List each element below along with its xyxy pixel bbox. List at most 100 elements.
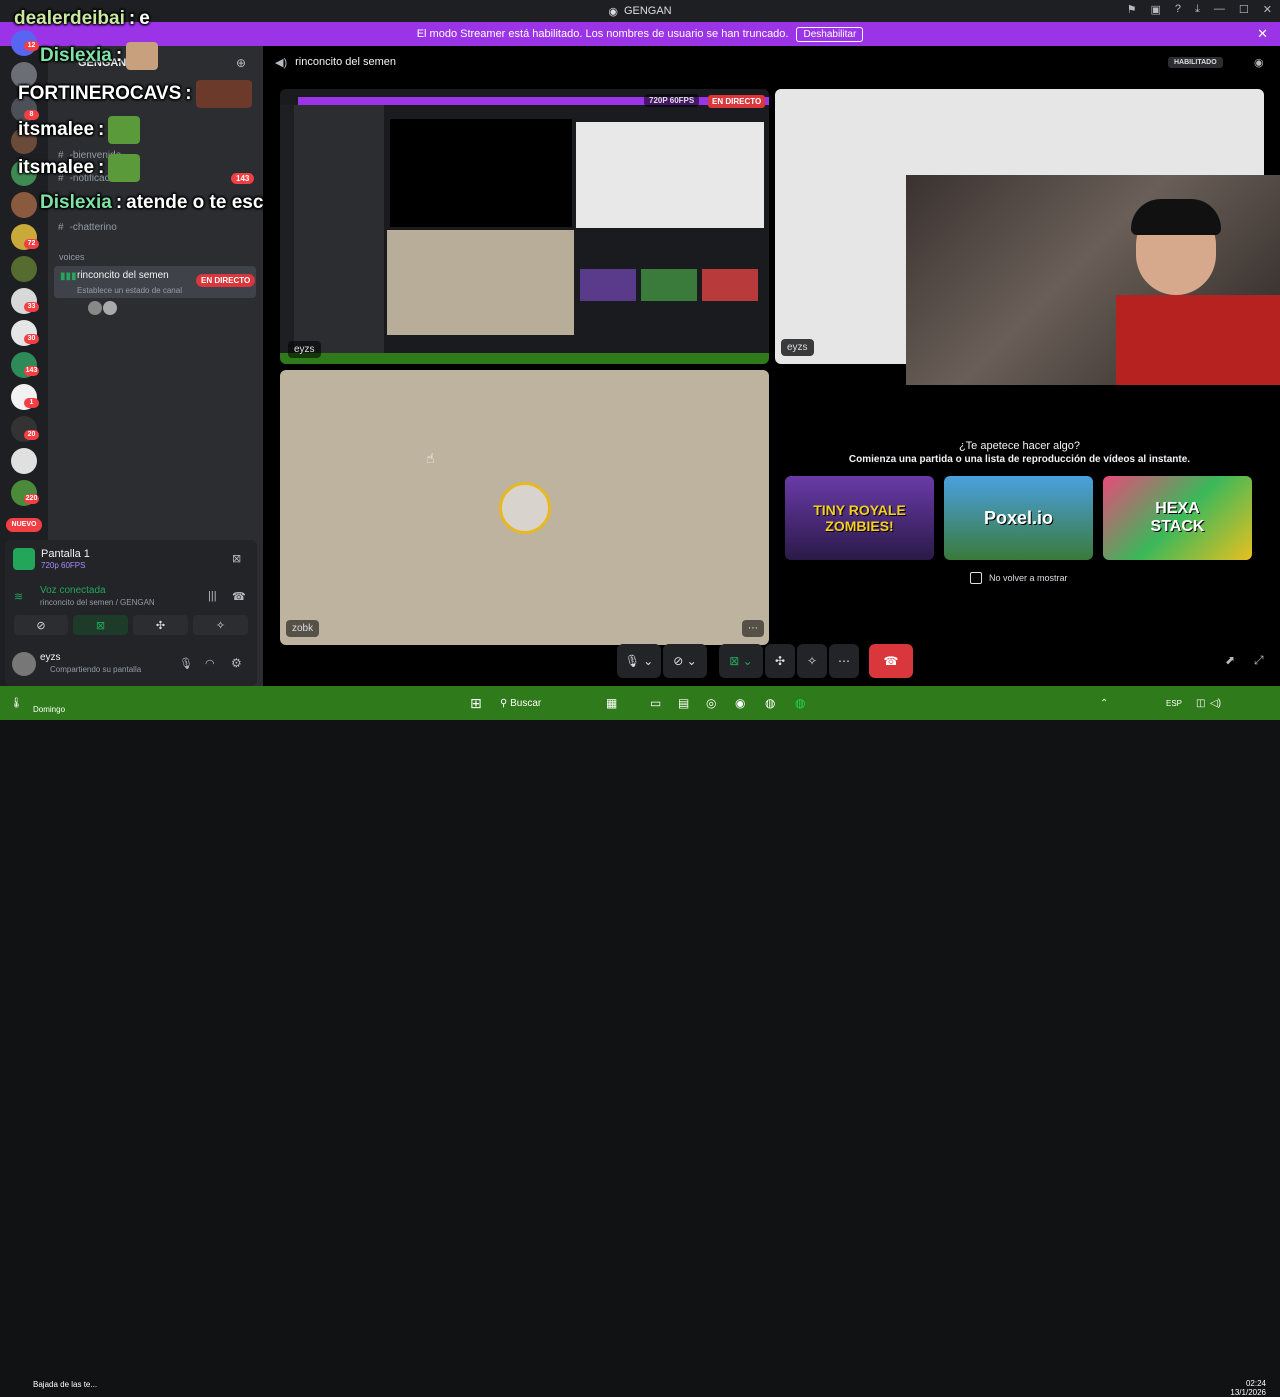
quality-badge: 720P 60FPS: [644, 94, 700, 107]
participant-user-tag: zobk: [286, 620, 320, 637]
channel-status[interactable]: Establece un estado de canal: [77, 286, 182, 295]
activities-button[interactable]: ✣: [765, 644, 795, 678]
activities-button[interactable]: ✣: [133, 615, 188, 635]
add-member-icon[interactable]: ⊕: [236, 56, 246, 70]
windows-taskbar: 🌡 Bajada de las te... ⊞ ⚲ Buscar ▦ ▭ ▤ ◎…: [0, 686, 1280, 1397]
disable-streamer-button[interactable]: Deshabilitar: [796, 26, 864, 42]
emote-image: [126, 42, 159, 70]
voice-channel-name: rinconcito del semen: [77, 270, 169, 281]
settings-icon[interactable]: ⚙: [231, 656, 242, 670]
screen-icon[interactable]: ▣: [1151, 3, 1161, 16]
close-banner-icon[interactable]: ✕: [1257, 26, 1268, 42]
clock-time: 02:24: [1245, 1379, 1266, 1388]
game-card[interactable]: Poxel.io: [944, 476, 1093, 560]
disconnect-icon[interactable]: ☎: [232, 590, 246, 603]
avatar[interactable]: [103, 301, 117, 315]
app-icon[interactable]: ▦: [606, 686, 636, 720]
start-icon[interactable]: ⊞: [470, 686, 482, 720]
overlay-message: itsmalee:: [18, 154, 141, 182]
headphones-icon[interactable]: ◠: [205, 657, 215, 670]
game-card[interactable]: TINY ROYALE ZOMBIES!: [785, 476, 934, 560]
weather-subtext: Domingo: [33, 705, 66, 714]
mention-badge: 1: [24, 398, 39, 408]
more-button[interactable]: ⋯: [829, 644, 859, 678]
discord-icon[interactable]: ◉: [735, 686, 745, 720]
clock[interactable]: 02:24 13/1/2026: [1226, 1379, 1266, 1397]
hangup-icon: ☎: [883, 654, 899, 668]
username[interactable]: eyzs: [40, 652, 61, 663]
dont-show-checkbox[interactable]: [970, 572, 982, 584]
dont-show-label: No volver a mostrar: [989, 573, 1068, 583]
mention-badge: 20: [24, 430, 39, 440]
mute-button[interactable]: 🎙 ⌄: [617, 644, 661, 678]
minimize-icon[interactable]: —: [1214, 3, 1225, 16]
search-box[interactable]: ⚲ Buscar: [500, 686, 541, 720]
channel-chatterino[interactable]: # -chatterino: [58, 222, 117, 233]
channel-title: rinconcito del semen: [295, 56, 397, 68]
voice-icon: ▮▮▮: [60, 271, 77, 282]
screen-share-button[interactable]: ⊠: [73, 615, 128, 635]
nested-sidebar: [294, 105, 384, 360]
mention-badge: 33: [24, 302, 39, 312]
app-icon[interactable]: ◍: [765, 686, 775, 720]
game-card[interactable]: HEXA STACK: [1103, 476, 1252, 560]
server-icon[interactable]: [11, 192, 37, 218]
participant-avatar: [499, 482, 551, 534]
screen-share-toggle[interactable]: ⊠ ⌄: [719, 644, 763, 678]
camera-button[interactable]: ⊘: [14, 615, 68, 635]
activity-subtitle: Comienza una partida o una lista de repr…: [848, 454, 1191, 465]
weather-text[interactable]: Bajada de las te...: [33, 1380, 97, 1389]
noise-suppression-icon[interactable]: |||: [208, 590, 217, 602]
emote-image: [195, 80, 252, 108]
maximize-icon[interactable]: ☐: [1239, 3, 1249, 16]
soundboard-icon: ✧: [215, 619, 226, 632]
camera-off-icon: ⊘ ⌄: [673, 654, 697, 668]
mention-badge: 72: [24, 239, 39, 249]
chat-icon[interactable]: ◉: [1254, 56, 1264, 69]
inbox-icon[interactable]: ⚑: [1127, 3, 1137, 16]
signal-icon: ≋: [14, 591, 24, 603]
screen-share-thumbnail: [13, 548, 35, 570]
voice-location[interactable]: rinconcito del semen / GENGAN: [40, 598, 155, 607]
disconnect-button[interactable]: ☎: [869, 644, 913, 678]
language-indicator[interactable]: ESP: [1166, 686, 1182, 720]
help-icon[interactable]: ?: [1175, 3, 1181, 16]
voice-category[interactable]: voices: [59, 252, 85, 262]
more-icon: ⋯: [838, 654, 850, 668]
activities-icon: ✣: [155, 619, 166, 632]
avatar[interactable]: [12, 652, 36, 676]
volume-icon[interactable]: ◁): [1210, 686, 1221, 720]
nested-game: [580, 269, 636, 301]
popout-icon[interactable]: ⬈: [1225, 653, 1235, 667]
speaker-icon: ◀): [275, 56, 288, 69]
weather-icon[interactable]: 🌡: [10, 686, 23, 720]
tray-chevron-icon[interactable]: ⌃: [1100, 686, 1108, 720]
stream-user-tag: eyzs: [288, 341, 321, 358]
microphone-icon[interactable]: 🎙: [179, 657, 193, 670]
soundboard-button[interactable]: ✧: [193, 615, 248, 635]
file-explorer-icon[interactable]: ▤: [678, 686, 689, 720]
download-icon[interactable]: ⤓: [1195, 3, 1200, 16]
mention-badge: 220: [24, 494, 39, 504]
stop-stream-icon[interactable]: ⊠: [232, 552, 241, 565]
chrome-icon[interactable]: ◎: [706, 686, 716, 720]
stream-tile[interactable]: 720P 60FPS EN DIRECTO eyzs: [280, 89, 769, 364]
camera-toggle-button[interactable]: ⊘ ⌄: [663, 644, 707, 678]
streamer-mode-badge: HABILITADO: [1168, 57, 1223, 68]
cursor-icon: ☝: [426, 450, 435, 466]
server-icon[interactable]: [11, 256, 37, 282]
overlay-message: itsmalee:: [18, 116, 141, 144]
clock-date: 13/1/2026: [1230, 1388, 1266, 1397]
screen-share-icon: ⊠: [95, 619, 106, 632]
avatar[interactable]: [88, 301, 102, 315]
fullscreen-icon[interactable]: ⤢: [1254, 653, 1264, 668]
close-window-icon[interactable]: ✕: [1263, 3, 1272, 16]
spotify-icon[interactable]: ◍: [795, 686, 805, 720]
soundboard-button[interactable]: ✧: [797, 644, 827, 678]
app-icon[interactable]: ▭: [650, 686, 661, 720]
emote-image: [108, 116, 141, 144]
more-options-icon[interactable]: ⋯: [742, 620, 764, 637]
server-icon[interactable]: [11, 448, 37, 474]
participant-tile[interactable]: ☝ zobk ⋯: [280, 370, 769, 645]
network-icon[interactable]: ◫: [1196, 686, 1205, 720]
